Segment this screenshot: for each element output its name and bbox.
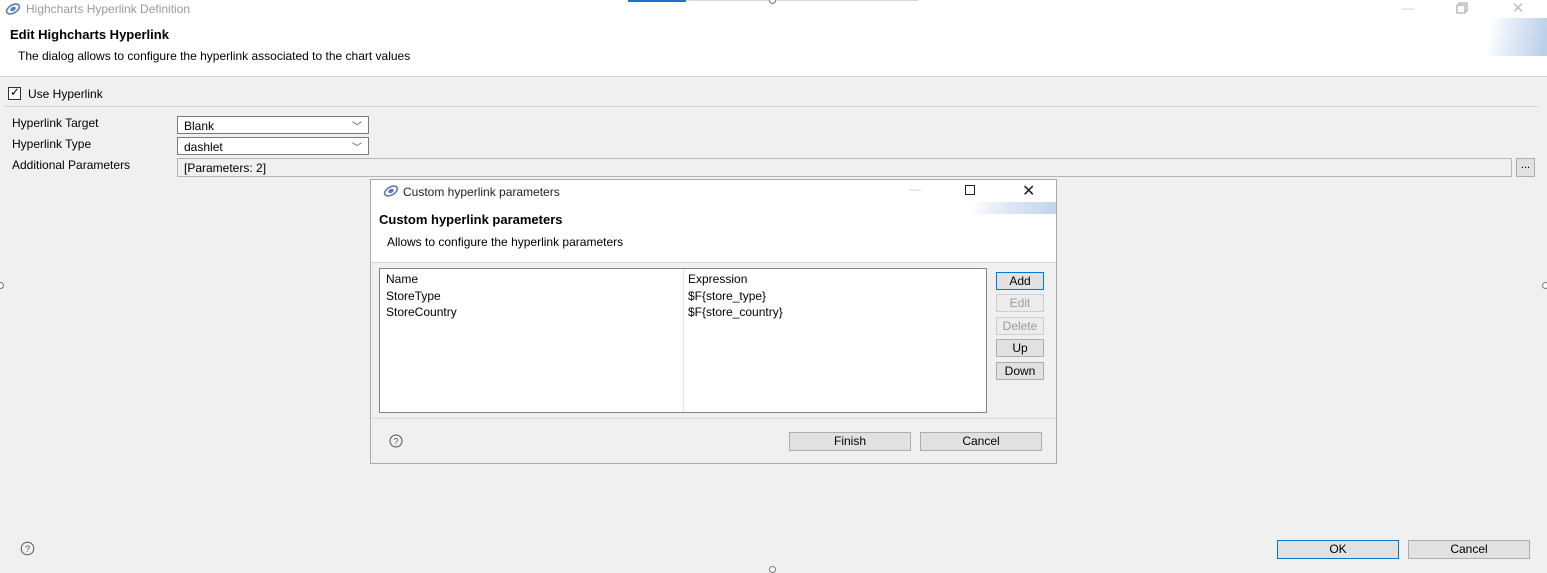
svg-text:?: ?	[393, 437, 398, 447]
window-close-icon[interactable]: ✕	[1022, 181, 1035, 201]
chevron-down-icon: ﹀	[352, 143, 362, 154]
window-minimize-icon[interactable]: —	[1396, 0, 1420, 18]
row-name: StoreType	[386, 289, 441, 303]
svg-text:?: ?	[25, 544, 30, 555]
window-minimize-icon[interactable]: —	[909, 182, 921, 196]
resize-handle-bottom[interactable]	[769, 566, 776, 573]
additional-parameters-label: Additional Parameters	[12, 158, 131, 172]
resize-handle-left[interactable]	[0, 282, 4, 289]
dialog-header-description: Allows to configure the hyperlink parame…	[387, 235, 624, 249]
table-row[interactable]: StoreCountry $F{store_country}	[380, 304, 986, 320]
hyperlink-type-value: dashlet	[184, 140, 223, 154]
app-icon	[5, 3, 21, 15]
checkbox-icon: ✓	[10, 85, 21, 99]
divider	[5, 106, 1538, 107]
cancel-button[interactable]: Cancel	[1408, 540, 1530, 559]
progress-track	[686, 0, 918, 1]
row-expression: $F{store_country}	[688, 305, 783, 319]
hyperlink-type-label: Hyperlink Type	[12, 137, 92, 151]
help-icon[interactable]: ?	[389, 434, 403, 448]
header-banner	[1470, 18, 1547, 56]
header-banner	[946, 202, 1056, 214]
custom-parameters-dialog: Custom hyperlink parameters — ✕ Custom h…	[370, 179, 1057, 464]
edit-parameters-button[interactable]: ...	[1516, 158, 1535, 177]
header-area	[0, 18, 1547, 77]
row-name: StoreCountry	[386, 305, 457, 319]
divider	[371, 418, 1056, 419]
dialog-cancel-button[interactable]: Cancel	[920, 432, 1042, 451]
use-hyperlink-checkbox[interactable]: ✓	[8, 85, 21, 100]
hyperlink-target-label: Hyperlink Target	[12, 116, 99, 130]
edit-button[interactable]: Edit	[996, 294, 1044, 312]
use-hyperlink-label: Use Hyperlink	[28, 87, 103, 101]
ok-button[interactable]: OK	[1277, 540, 1399, 559]
hyperlink-type-select[interactable]: dashlet ﹀	[177, 137, 369, 155]
window-title: Highcharts Hyperlink Definition	[26, 2, 191, 16]
parameters-table[interactable]: Name Expression StoreType $F{store_type}…	[379, 268, 987, 413]
hyperlink-target-value: Blank	[184, 119, 215, 133]
window-restore-icon[interactable]	[1450, 0, 1474, 18]
window-close-icon[interactable]: ✕	[1506, 0, 1530, 18]
window-maximize-icon[interactable]	[965, 185, 975, 195]
additional-parameters-value: [Parameters: 2]	[184, 161, 267, 175]
additional-parameters-field: [Parameters: 2]	[177, 158, 1512, 177]
delete-button[interactable]: Delete	[996, 317, 1044, 335]
resize-handle-right[interactable]	[1542, 282, 1547, 289]
down-button[interactable]: Down	[996, 362, 1044, 380]
add-button[interactable]: Add	[996, 272, 1044, 290]
up-button[interactable]: Up	[996, 339, 1044, 357]
progress-indicator	[628, 0, 686, 2]
page-title: Edit Highcharts Hyperlink	[10, 27, 169, 42]
dialog-header-title: Custom hyperlink parameters	[379, 212, 563, 227]
app-icon	[383, 185, 399, 197]
table-row[interactable]: StoreType $F{store_type}	[380, 288, 986, 304]
dialog-title: Custom hyperlink parameters	[403, 185, 560, 199]
column-header-expression[interactable]: Expression	[688, 272, 747, 286]
chevron-down-icon: ﹀	[352, 122, 362, 133]
column-header-name[interactable]: Name	[386, 272, 418, 286]
row-expression: $F{store_type}	[688, 289, 767, 303]
hyperlink-target-select[interactable]: Blank ﹀	[177, 116, 369, 134]
page-description: The dialog allows to configure the hyper…	[18, 49, 411, 63]
finish-button[interactable]: Finish	[789, 432, 911, 451]
help-icon[interactable]: ?	[20, 541, 35, 556]
